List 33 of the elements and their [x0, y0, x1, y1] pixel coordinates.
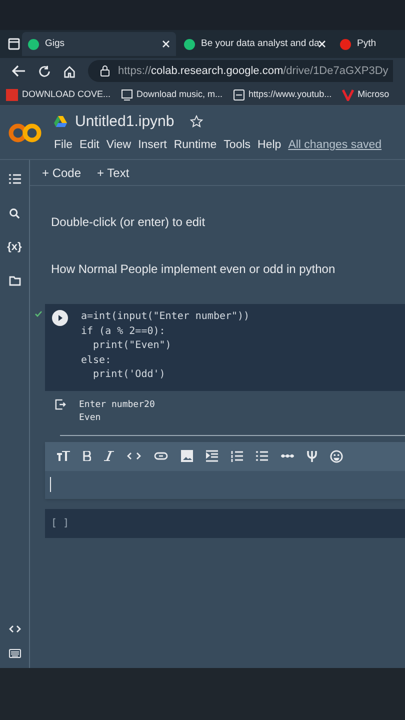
notebook-title[interactable]: Untitled1.ipynb: [75, 110, 174, 134]
text-cell-text: How Normal People implement even or odd in python: [50, 261, 336, 278]
menu-item[interactable]: Runtime: [174, 137, 217, 154]
text-cell-text: Double-click (or enter) to edit: [50, 214, 206, 231]
address-bar[interactable]: https://colab.research.google.com/drive/1De7aGXP3Dy: [88, 60, 393, 82]
menu-item[interactable]: Tools: [224, 137, 251, 154]
output-line: Enter number20: [79, 398, 155, 412]
browser-tab[interactable]: Pyth: [334, 32, 384, 56]
browser-tab[interactable]: Be your data analyst and da: [178, 32, 332, 56]
execution-prompt: [ ]: [51, 516, 70, 530]
code-line: print("Even"): [92, 339, 172, 353]
menu-item[interactable]: Insert: [138, 137, 167, 154]
menu-item[interactable]: Edit: [80, 137, 100, 154]
menu-item[interactable]: File: [54, 137, 73, 154]
code-cell[interactable]: a=int(input("Enter number")) if (a % 2==0): print("Even") else: print('Odd'): [45, 304, 405, 390]
toolbar-button[interactable]: + Code: [42, 164, 82, 182]
menu-item[interactable]: Help: [258, 137, 282, 154]
bookmark[interactable]: Download music, m...: [120, 88, 223, 102]
variables-icon[interactable]: {x}: [7, 239, 22, 256]
browser-tab[interactable]: Gigs: [22, 32, 176, 56]
toolbar-button[interactable]: + Text: [97, 164, 130, 182]
save-status-link[interactable]: All changes saved: [288, 137, 382, 154]
menu-item[interactable]: View: [106, 137, 132, 154]
output-line: Even: [79, 412, 102, 424]
bookmark[interactable]: https://www.youtub...: [232, 88, 332, 102]
code-line: if (a % 2==0):: [81, 324, 166, 338]
bookmark[interactable]: Microso: [342, 88, 390, 102]
url-text: https://colab.research.google.com/drive/1De7aGXP3Dy: [118, 64, 388, 79]
code-line: else:: [81, 354, 112, 368]
bookmark[interactable]: DOWNLOAD COVE...: [6, 88, 111, 102]
code-line: a=int(input("Enter number")): [81, 310, 250, 324]
code-cell[interactable]: [ ]: [45, 508, 405, 538]
code-line: print('Odd'): [92, 368, 166, 382]
